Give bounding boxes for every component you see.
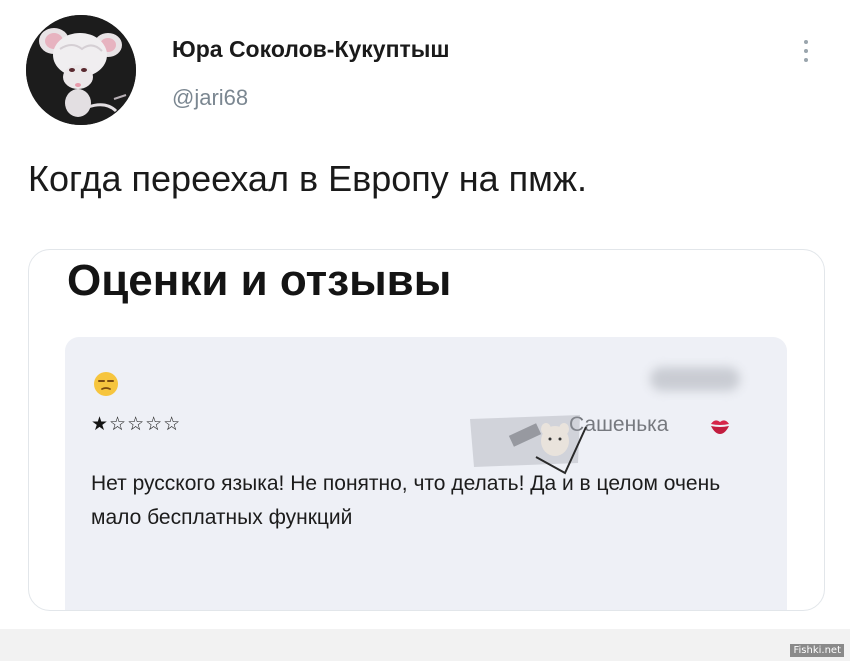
watermark-logo-icon	[470, 415, 587, 475]
review-text: Нет русского языка! Не понятно, что дела…	[91, 472, 721, 529]
author-name[interactable]: Юра Соколов-Кукуптыш	[172, 36, 450, 63]
blurred-date	[650, 367, 740, 391]
more-options-icon[interactable]	[797, 40, 815, 66]
kiss-mark-icon	[711, 420, 729, 434]
unamused-face-icon	[94, 372, 118, 396]
star-rating: ★☆☆☆☆	[91, 413, 182, 435]
attached-image-card[interactable]: Оценки и отзывы ★☆☆☆☆ Сашенька Нет русск…	[28, 249, 825, 611]
avatar[interactable]	[26, 15, 136, 125]
card-title: Оценки и отзывы	[67, 256, 452, 305]
author-handle[interactable]: @jari68	[172, 85, 248, 111]
site-watermark: Fishki.net	[790, 644, 844, 657]
footer-bar: Fishki.net	[0, 629, 850, 661]
brain-mouse-avatar-image	[26, 15, 136, 125]
tweet-text: Когда переехал в Европу на пмж.	[28, 158, 587, 199]
review-card: ★☆☆☆☆ Сашенька Нет русского языка! Не по…	[65, 337, 787, 610]
